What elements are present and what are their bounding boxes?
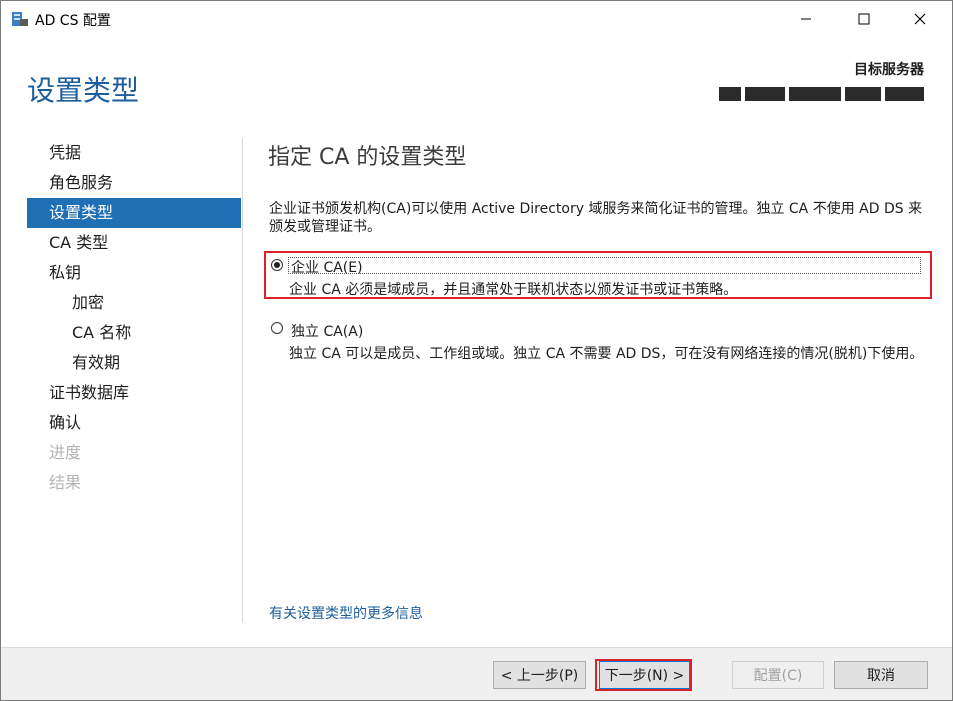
nav-item-certificate-database[interactable]: 证书数据库 <box>27 378 241 408</box>
maximize-icon <box>858 13 870 25</box>
cancel-button[interactable]: 取消 <box>834 661 928 689</box>
page-title: 设置类型 <box>27 74 140 107</box>
maximize-button[interactable] <box>841 1 887 37</box>
window-title: AD CS 配置 <box>35 13 111 29</box>
target-server-name-redacted <box>719 87 924 101</box>
configure-button: 配置(C) <box>732 661 824 689</box>
nav-item-private-key[interactable]: 私钥 <box>27 258 241 288</box>
close-button[interactable] <box>897 1 943 37</box>
setup-type-description: 企业证书颁发机构(CA)可以使用 Active Directory 域服务来简化… <box>269 201 923 235</box>
target-server-label: 目标服务器 <box>854 62 924 78</box>
content-heading: 指定 CA 的设置类型 <box>268 145 467 170</box>
enterprise-ca-description: 企业 CA 必须是域成员，并且通常处于联机状态以颁发证书或证书策略。 <box>289 282 738 298</box>
nav-item-cryptography[interactable]: 加密 <box>27 288 241 318</box>
server-manager-icon <box>12 12 28 26</box>
enterprise-ca-label[interactable]: 企业 CA(E) <box>291 257 363 277</box>
close-icon <box>914 13 926 25</box>
nav-item-credentials[interactable]: 凭据 <box>27 138 241 168</box>
standalone-ca-radio[interactable] <box>271 322 283 334</box>
minimize-icon <box>801 18 811 20</box>
ad-cs-config-window: AD CS 配置 设置类型 目标服务器 凭据 角色服务 设置类型 CA 类型 私… <box>0 0 953 701</box>
nav-divider <box>242 138 243 623</box>
wizard-nav: 凭据 角色服务 设置类型 CA 类型 私钥 加密 CA 名称 有效期 证书数据库… <box>27 138 241 498</box>
nav-item-ca-type[interactable]: CA 类型 <box>27 228 241 258</box>
enterprise-ca-radio[interactable] <box>271 259 283 271</box>
nav-item-results: 结果 <box>49 473 82 492</box>
focus-rectangle <box>288 257 921 274</box>
nav-item-setup-type[interactable]: 设置类型 <box>27 198 241 228</box>
nav-item-ca-name[interactable]: CA 名称 <box>27 318 241 348</box>
back-button[interactable]: < 上一步(P) <box>493 661 586 689</box>
next-button-highlight-box <box>595 659 692 691</box>
standalone-ca-description: 独立 CA 可以是成员、工作组或域。独立 CA 不需要 AD DS，可在没有网络… <box>289 346 924 362</box>
minimize-button[interactable] <box>783 1 829 37</box>
nav-item-progress: 进度 <box>49 443 82 462</box>
title-bar: AD CS 配置 <box>1 1 952 37</box>
nav-item-confirmation[interactable]: 确认 <box>27 408 241 438</box>
nav-item-role-services[interactable]: 角色服务 <box>27 168 241 198</box>
nav-item-validity-period[interactable]: 有效期 <box>27 348 241 378</box>
more-info-link[interactable]: 有关设置类型的更多信息 <box>269 603 423 623</box>
standalone-ca-label[interactable]: 独立 CA(A) <box>291 321 363 341</box>
wizard-footer: < 上一步(P) 下一步(N) > 配置(C) 取消 <box>1 647 952 700</box>
